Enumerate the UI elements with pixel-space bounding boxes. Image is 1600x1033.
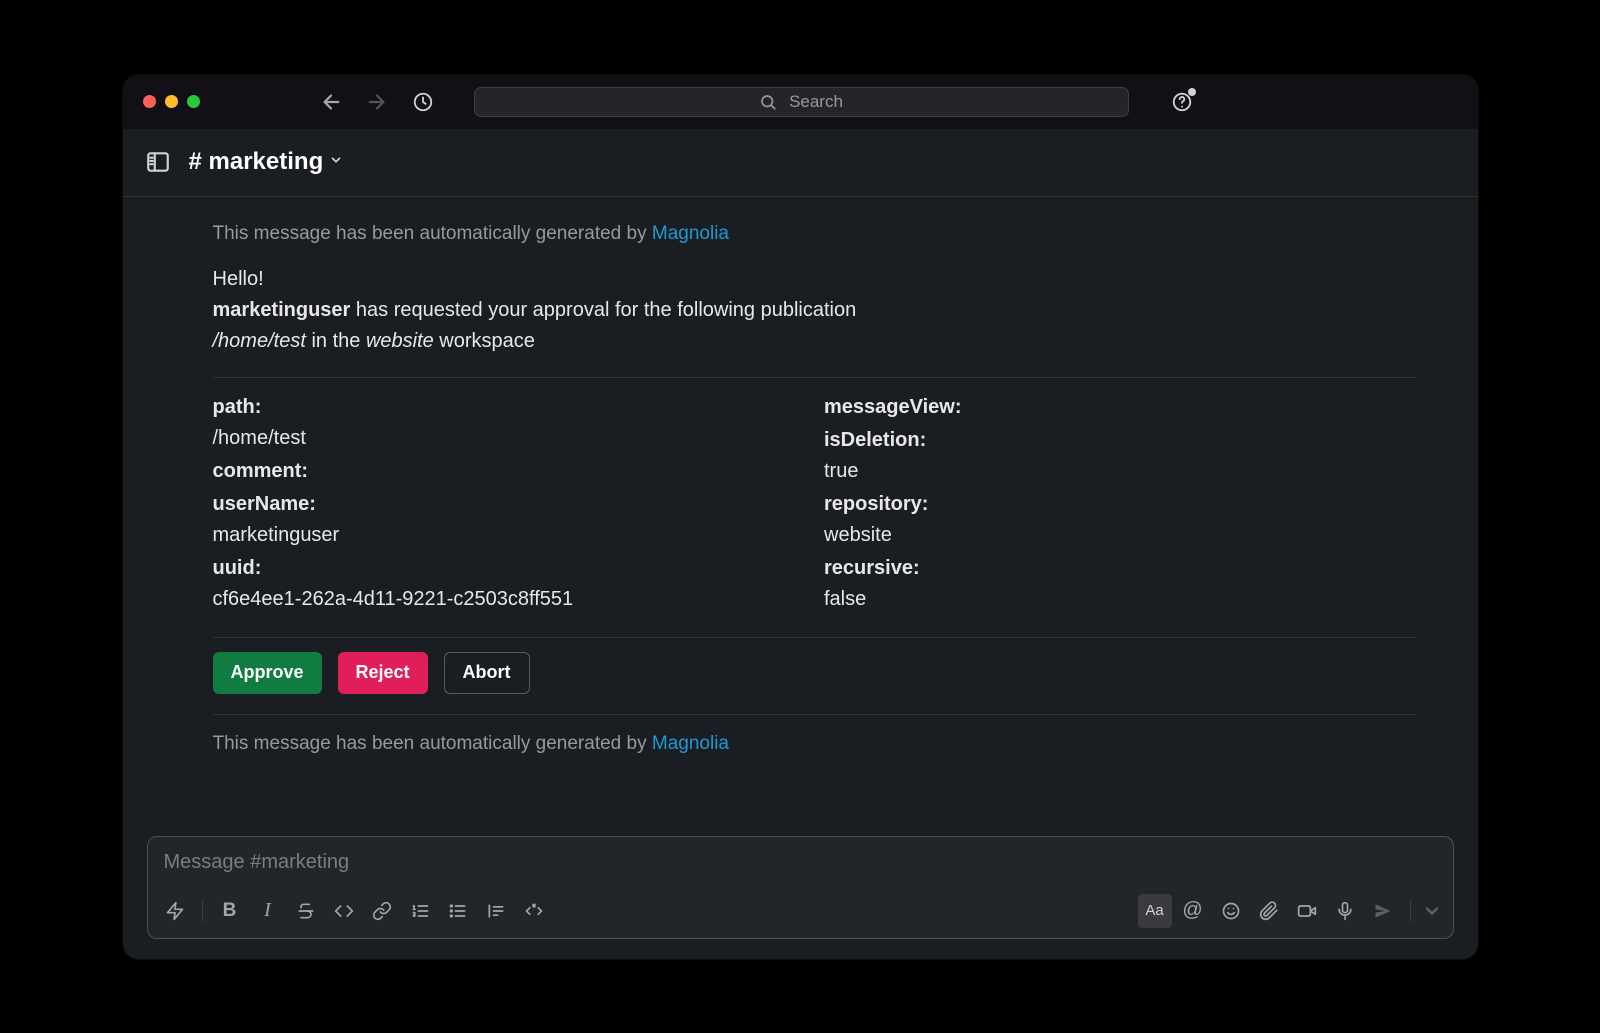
search-icon — [759, 93, 777, 111]
slack-app-window: Search # marketing This message has been… — [123, 75, 1478, 959]
divider — [213, 377, 1416, 378]
message-meta: This message has been automatically gene… — [213, 219, 1416, 248]
audio-button[interactable] — [1328, 894, 1362, 928]
quote-icon — [486, 901, 506, 921]
code-block-button[interactable] — [517, 894, 551, 928]
smile-icon — [1221, 901, 1241, 921]
composer-area: B I — [123, 836, 1478, 959]
message-meta-repeat: This message has been automatically gene… — [213, 729, 1416, 758]
shortcuts-button[interactable] — [158, 894, 192, 928]
search-placeholder: Search — [789, 92, 843, 112]
send-button[interactable] — [1366, 894, 1400, 928]
field-comment: comment: — [213, 456, 805, 487]
chevron-down-icon — [1422, 901, 1442, 921]
video-icon — [1297, 901, 1317, 921]
channel-hash: # marketing — [189, 148, 324, 176]
attach-button[interactable] — [1252, 894, 1286, 928]
ordered-list-icon — [410, 901, 430, 921]
minimize-window-button[interactable] — [165, 95, 178, 108]
fields-right: messageView: isDeletion: true repository… — [824, 392, 1416, 617]
send-options-button[interactable] — [1421, 894, 1443, 928]
channel-header: # marketing — [123, 129, 1478, 197]
code-block-icon — [524, 901, 544, 921]
italic-button[interactable]: I — [251, 894, 285, 928]
action-buttons: Approve Reject Abort — [213, 652, 1416, 694]
fields-grid: path: /home/test comment: userName: mark… — [213, 392, 1416, 617]
aa-icon: Aa — [1145, 902, 1163, 919]
reject-button[interactable]: Reject — [338, 652, 428, 694]
message-body: Hello! marketinguser has requested your … — [213, 264, 1416, 357]
field-repository: repository: website — [824, 489, 1416, 551]
blockquote-button[interactable] — [479, 894, 513, 928]
bold-button[interactable]: B — [213, 894, 247, 928]
help-button[interactable] — [1171, 91, 1193, 113]
field-path: path: /home/test — [213, 392, 805, 454]
arrow-right-icon — [366, 91, 388, 113]
send-icon — [1373, 901, 1393, 921]
window-controls — [143, 95, 200, 108]
code-button[interactable] — [327, 894, 361, 928]
italic-icon: I — [264, 899, 271, 922]
message-input[interactable] — [164, 851, 1437, 874]
field-messageview: messageView: — [824, 392, 1416, 423]
field-isdeletion: isDeletion: true — [824, 425, 1416, 487]
divider — [213, 637, 1416, 638]
lightning-icon — [165, 901, 185, 921]
field-uuid: uuid: cf6e4ee1-262a-4d11-9221-c2503c8ff5… — [213, 553, 805, 615]
notification-dot — [1188, 88, 1196, 96]
maximize-window-button[interactable] — [187, 95, 200, 108]
history-nav — [320, 91, 388, 113]
app-link-magnolia[interactable]: Magnolia — [652, 733, 729, 754]
clock-icon — [412, 91, 434, 113]
back-button[interactable] — [320, 91, 342, 113]
link-button[interactable] — [365, 894, 399, 928]
video-button[interactable] — [1290, 894, 1324, 928]
approve-button[interactable]: Approve — [213, 652, 322, 694]
link-icon — [372, 901, 392, 921]
ordered-list-button[interactable] — [403, 894, 437, 928]
sidebar-icon — [145, 149, 171, 175]
chevron-down-icon — [329, 153, 343, 172]
composer-toolbar: B I — [148, 888, 1453, 938]
channel-name-button[interactable]: # marketing — [189, 148, 344, 176]
toolbar-separator — [1410, 900, 1411, 922]
emoji-button[interactable] — [1214, 894, 1248, 928]
code-icon — [334, 901, 354, 921]
microphone-icon — [1335, 901, 1355, 921]
divider — [213, 714, 1416, 715]
strikethrough-icon — [296, 901, 316, 921]
abort-button[interactable]: Abort — [444, 652, 530, 694]
request-line-1: marketinguser has requested your approva… — [213, 295, 1416, 326]
history-button[interactable] — [412, 91, 434, 113]
request-line-2: /home/test in the website workspace — [213, 326, 1416, 357]
bullet-list-button[interactable] — [441, 894, 475, 928]
app-link-magnolia[interactable]: Magnolia — [652, 223, 729, 244]
field-username: userName: marketinguser — [213, 489, 805, 551]
titlebar: Search — [123, 75, 1478, 129]
bold-icon: B — [223, 900, 237, 922]
message-composer: B I — [147, 836, 1454, 939]
strikethrough-button[interactable] — [289, 894, 323, 928]
toolbar-separator — [202, 900, 203, 922]
field-recursive: recursive: false — [824, 553, 1416, 615]
bullet-list-icon — [448, 901, 468, 921]
mention-button[interactable]: @ — [1176, 894, 1210, 928]
search-input[interactable]: Search — [474, 87, 1129, 117]
at-icon: @ — [1182, 899, 1202, 922]
greeting-text: Hello! — [213, 264, 1416, 295]
fields-left: path: /home/test comment: userName: mark… — [213, 392, 805, 617]
formatting-toggle-button[interactable]: Aa — [1138, 894, 1172, 928]
close-window-button[interactable] — [143, 95, 156, 108]
arrow-left-icon — [320, 91, 342, 113]
toggle-sidebar-button[interactable] — [145, 149, 171, 175]
paperclip-icon — [1259, 901, 1279, 921]
message-pane: This message has been automatically gene… — [123, 197, 1478, 836]
forward-button[interactable] — [366, 91, 388, 113]
